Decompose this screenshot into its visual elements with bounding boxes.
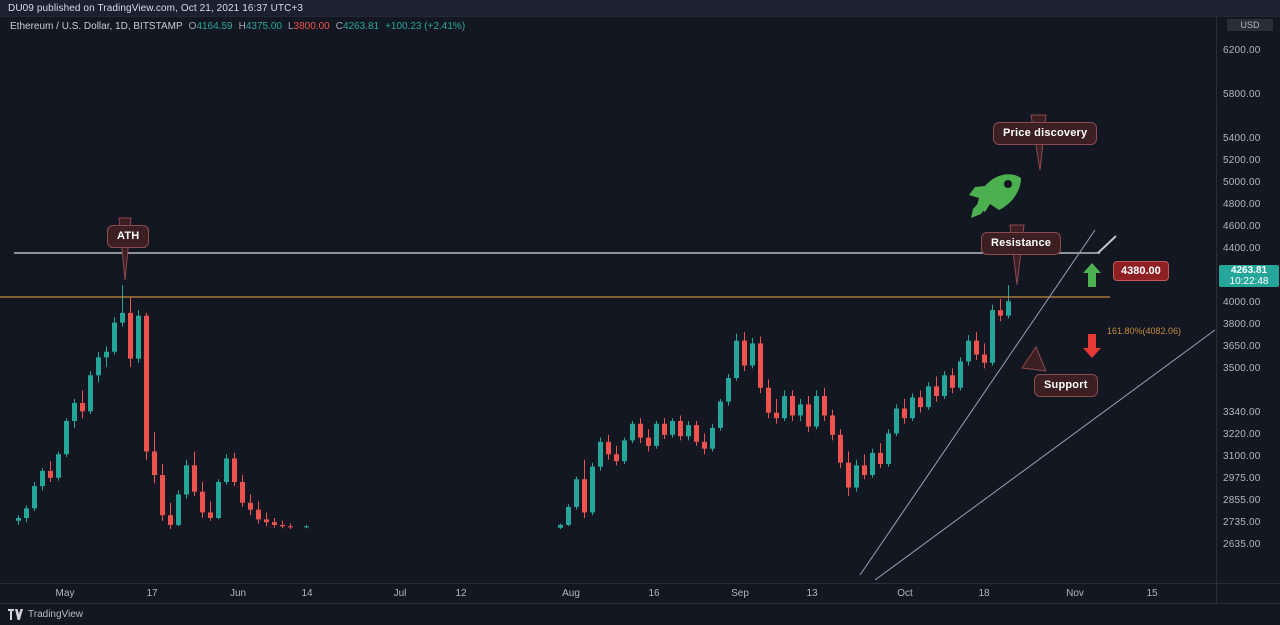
price-tick: 5400.00 xyxy=(1223,133,1261,144)
time-tick: 12 xyxy=(455,588,467,599)
price-tick: 4600.00 xyxy=(1223,221,1261,232)
chart-plot-area[interactable]: 161.80%(4082.06) Price discovery Resista… xyxy=(0,35,1216,583)
up-arrow-icon xyxy=(1082,262,1102,291)
change-value: +100.23 (+2.41%) xyxy=(385,20,466,32)
high-number: 4375.00 xyxy=(245,20,282,32)
time-tick: 13 xyxy=(806,588,818,599)
price-tick: 4000.00 xyxy=(1223,297,1261,308)
rocket-icon xyxy=(965,168,1027,223)
resistance-callout[interactable]: Resistance xyxy=(981,232,1062,255)
drawing-lines xyxy=(0,229,1216,581)
low-value: L3800.00 xyxy=(288,21,330,32)
chart-legend[interactable]: Ethereum / U.S. Dollar, 1D, BITSTAMP O41… xyxy=(0,17,1280,35)
price-tick: 3500.00 xyxy=(1223,363,1261,374)
tradingview-logo-icon xyxy=(8,609,23,620)
close-value: C4263.81 xyxy=(336,21,379,32)
price-tick: 3340.00 xyxy=(1223,407,1261,418)
target-price-tag[interactable]: 4380.00 xyxy=(1113,261,1169,281)
price-tick: 3800.00 xyxy=(1223,319,1261,330)
open-value: O4164.59 xyxy=(189,21,233,32)
price-tick: 2975.00 xyxy=(1223,473,1261,484)
down-arrow-icon xyxy=(1082,333,1102,362)
candle-series xyxy=(16,285,1011,530)
footer-bar: TradingView xyxy=(0,603,1280,625)
price-tick: 4800.00 xyxy=(1223,199,1261,210)
current-price-value: 4263.81 xyxy=(1230,265,1268,276)
time-tick: 18 xyxy=(978,588,990,599)
time-tick: Jul xyxy=(393,588,407,599)
high-value: H4375.00 xyxy=(239,21,282,32)
callout-pointers xyxy=(118,114,1117,372)
publisher-bar: DU09 published on TradingView.com, Oct 2… xyxy=(0,0,1280,17)
currency-badge: USD xyxy=(1227,19,1273,31)
price-tick: 2735.00 xyxy=(1223,517,1261,528)
high-key: H xyxy=(238,20,246,32)
time-tick: 14 xyxy=(301,588,313,599)
publisher-text: DU09 published on TradingView.com, Oct 2… xyxy=(8,2,304,14)
price-tick: 6200.00 xyxy=(1223,45,1261,56)
price-tick: 5800.00 xyxy=(1223,89,1261,100)
time-tick: 16 xyxy=(648,588,660,599)
time-tick: Oct xyxy=(897,588,913,599)
price-tick: 2635.00 xyxy=(1223,539,1261,550)
support-callout[interactable]: Support xyxy=(1034,374,1098,397)
time-axis[interactable]: May 17 Jun 14 Jul 12 Aug 16 Sep 13 Oct 18 Nov 15 xyxy=(0,583,1216,603)
current-price-time: 10:22:48 xyxy=(1229,276,1269,287)
price-tick: 3100.00 xyxy=(1223,451,1261,462)
time-tick: May xyxy=(55,588,75,599)
low-number: 3800.00 xyxy=(293,20,330,32)
price-axis[interactable]: USD 6200.00 5800.00 5400.00 5200.00 5000.00 4… xyxy=(1216,17,1280,583)
fib-level-label: 161.80%(4082.06) xyxy=(1107,326,1182,336)
open-number: 4164.59 xyxy=(196,20,233,32)
close-number: 4263.81 xyxy=(342,20,380,32)
time-tick: Jun xyxy=(229,588,247,599)
price-discovery-callout[interactable]: Price discovery xyxy=(993,122,1098,145)
current-price-badge: 4263.81 10:22:48 xyxy=(1219,265,1279,287)
axis-corner xyxy=(1216,583,1280,603)
ath-callout[interactable]: ATH xyxy=(107,225,150,248)
price-tick: 3650.00 xyxy=(1223,341,1261,352)
price-tick: 5200.00 xyxy=(1223,155,1261,166)
time-tick: Sep xyxy=(731,588,749,599)
time-tick: Aug xyxy=(562,588,580,599)
candlestick-canvas xyxy=(0,114,1216,581)
price-tick: 4400.00 xyxy=(1223,243,1261,254)
symbol-label[interactable]: Ethereum / U.S. Dollar, 1D, BITSTAMP xyxy=(10,21,183,32)
price-tick: 3220.00 xyxy=(1223,429,1261,440)
price-tick: 5000.00 xyxy=(1223,177,1261,188)
time-tick: 17 xyxy=(146,588,158,599)
time-tick: Nov xyxy=(1066,588,1084,599)
price-tick: 2855.00 xyxy=(1223,495,1261,506)
time-tick: 15 xyxy=(1146,588,1158,599)
tradingview-brand-label: TradingView xyxy=(28,609,84,620)
close-key: C xyxy=(335,20,343,32)
